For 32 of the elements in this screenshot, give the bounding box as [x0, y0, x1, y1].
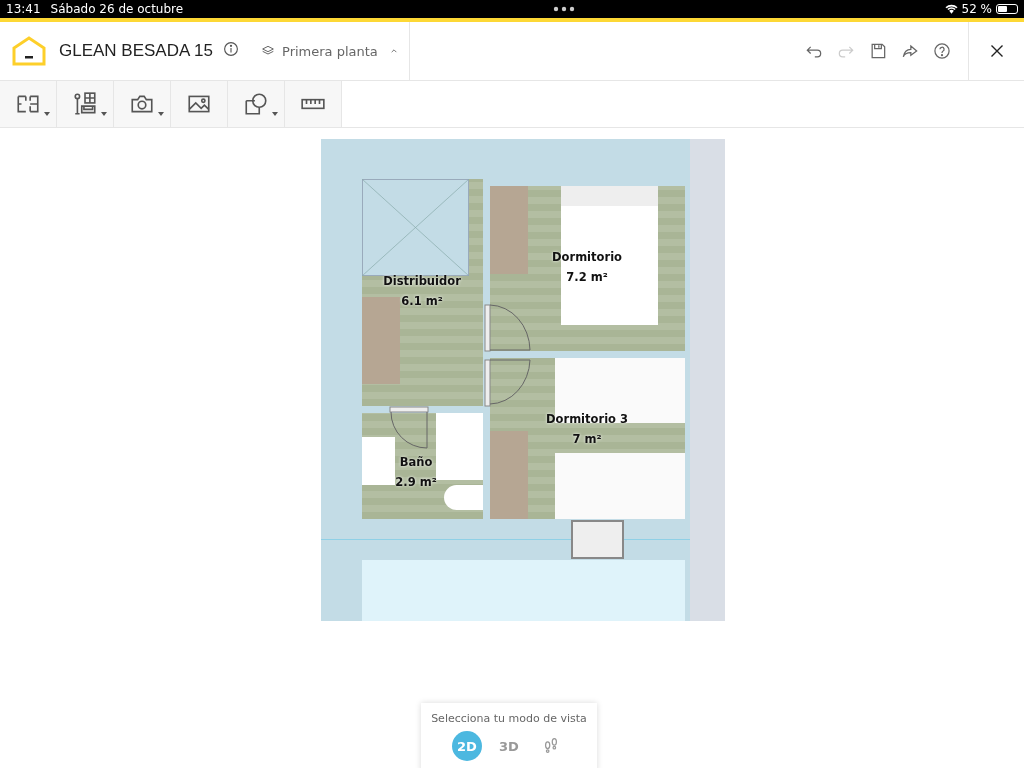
room-name: Distribuidor: [383, 273, 461, 290]
room-area: 7.2 m²: [552, 267, 622, 287]
toilet: [444, 485, 483, 510]
room-name: Baño: [398, 454, 434, 471]
room-name: Dormitorio: [552, 249, 622, 266]
ruler-icon[interactable]: [285, 81, 342, 127]
shapes-icon[interactable]: [228, 81, 285, 127]
walls-icon[interactable]: [0, 81, 57, 127]
battery-percentage: 52 %: [961, 2, 992, 16]
room-area: 7 m²: [546, 429, 628, 449]
room-name: Dormitorio 3: [546, 411, 628, 428]
door-drawing: [389, 406, 429, 450]
view-mode-label: Selecciona tu modo de vista: [431, 712, 587, 725]
project-title: GLEAN BESADA 15: [59, 41, 214, 61]
camera-icon[interactable]: [114, 81, 171, 127]
floor-selector[interactable]: Primera planta: [260, 22, 411, 80]
sink: [362, 437, 395, 485]
floor-plan[interactable]: Distribuidor 6.1 m² Dormitorio 7.2 m² Dormitorio 3 7 m² Baño 2.9 m²: [321, 139, 725, 621]
status-time: 13:41: [6, 2, 41, 16]
room-area: 6.1 m²: [383, 291, 461, 311]
room-area: 2.9 m²: [395, 472, 437, 492]
multitasking-dots-icon[interactable]: [552, 6, 575, 12]
shower: [436, 413, 483, 480]
house-logo-icon[interactable]: [12, 36, 46, 66]
image-icon[interactable]: [171, 81, 228, 127]
door-drawing: [484, 304, 532, 352]
battery-icon: [996, 4, 1018, 14]
wifi-icon: [944, 4, 958, 14]
furniture-icon[interactable]: [57, 81, 114, 127]
status-date: Sábado 26 de octubre: [50, 2, 184, 16]
balcony-door: [571, 520, 624, 559]
door-drawing: [484, 359, 532, 407]
